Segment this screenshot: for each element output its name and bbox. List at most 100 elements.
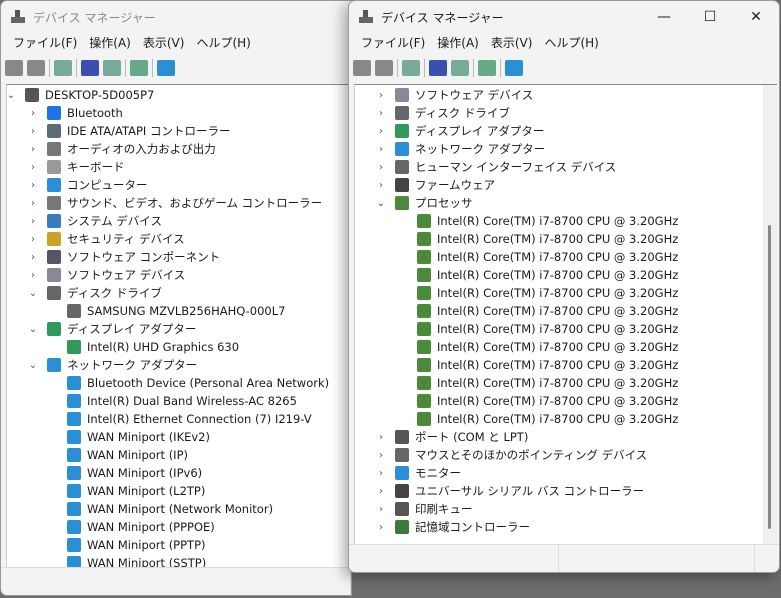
tree-item[interactable]: › コンピューター xyxy=(31,176,148,194)
maximize-button[interactable]: ☐ xyxy=(687,1,733,33)
tree-item[interactable]: › サウンド、ビデオ、およびゲーム コントローラー xyxy=(31,194,322,212)
tree-item[interactable]: › マウスとそのほかのポインティング デバイス xyxy=(379,446,647,464)
tree-item[interactable]: Intel(R) UHD Graphics 630 xyxy=(67,338,239,356)
chevron-right-icon[interactable]: › xyxy=(27,108,39,119)
chevron-right-icon[interactable]: › xyxy=(375,180,387,191)
tree-item[interactable]: WAN Miniport (Network Monitor) xyxy=(67,500,273,518)
chevron-right-icon[interactable]: › xyxy=(375,504,387,515)
device-tree[interactable]: ⌄ DESKTOP-5D005P7 › Bluetooth › IDE ATA/ATAPI… xyxy=(6,84,351,567)
chevron-right-icon[interactable]: › xyxy=(27,270,39,281)
chevron-right-icon[interactable]: › xyxy=(375,486,387,497)
chevron-right-icon[interactable]: › xyxy=(27,252,39,263)
tree-item[interactable]: WAN Miniport (PPPOE) xyxy=(67,518,215,536)
tree-item[interactable]: Intel(R) Core(TM) i7-8700 CPU @ 3.20GHz xyxy=(417,230,678,248)
tree-item[interactable]: › ソフトウェア デバイス xyxy=(379,86,533,104)
tree-item[interactable]: › ソフトウェア コンポーネント xyxy=(31,248,220,266)
tree-item[interactable]: Intel(R) Core(TM) i7-8700 CPU @ 3.20GHz xyxy=(417,392,678,410)
chevron-right-icon[interactable]: › xyxy=(375,468,387,479)
chevron-right-icon[interactable]: › xyxy=(375,126,387,137)
back-icon[interactable] xyxy=(353,60,371,76)
help-icon[interactable] xyxy=(429,60,447,76)
tree-item[interactable]: ⌄ ネットワーク アダプター xyxy=(29,356,197,374)
back-icon[interactable] xyxy=(5,60,23,76)
tree-item[interactable]: ⌄ プロセッサ xyxy=(377,194,473,212)
chevron-down-icon[interactable]: ⌄ xyxy=(7,90,17,101)
chevron-right-icon[interactable]: › xyxy=(27,126,39,137)
chevron-right-icon[interactable]: › xyxy=(375,90,387,101)
tree-item[interactable]: Intel(R) Core(TM) i7-8700 CPU @ 3.20GHz xyxy=(417,320,678,338)
tree-item[interactable]: Bluetooth Device (Personal Area Network) xyxy=(67,374,329,392)
tree-item[interactable]: › 印刷キュー xyxy=(379,500,473,518)
tree-item[interactable]: Intel(R) Core(TM) i7-8700 CPU @ 3.20GHz xyxy=(417,356,678,374)
chevron-right-icon[interactable]: › xyxy=(375,450,387,461)
update-driver-icon[interactable] xyxy=(478,60,496,76)
chevron-right-icon[interactable]: › xyxy=(375,162,387,173)
chevron-right-icon[interactable]: › xyxy=(27,162,39,173)
tree-item[interactable]: Intel(R) Core(TM) i7-8700 CPU @ 3.20GHz xyxy=(417,338,678,356)
tree-item[interactable]: Intel(R) Core(TM) i7-8700 CPU @ 3.20GHz xyxy=(417,248,678,266)
chevron-right-icon[interactable]: › xyxy=(27,180,39,191)
tree-item[interactable]: ⌄ ディスプレイ アダプター xyxy=(29,320,196,338)
tree-item[interactable]: › IDE ATA/ATAPI コントローラー xyxy=(31,122,230,140)
show-hide-console-tree-icon[interactable] xyxy=(54,60,72,76)
tree-item[interactable]: WAN Miniport (IKEv2) xyxy=(67,428,210,446)
tree-item[interactable]: Intel(R) Ethernet Connection (7) I219-V xyxy=(67,410,312,428)
chevron-right-icon[interactable]: › xyxy=(375,108,387,119)
update-driver-icon[interactable] xyxy=(130,60,148,76)
chevron-right-icon[interactable]: › xyxy=(375,522,387,533)
tree-item[interactable]: › ディスプレイ アダプター xyxy=(379,122,544,140)
vertical-scrollbar[interactable] xyxy=(763,85,777,544)
tree-item[interactable]: WAN Miniport (SSTP) xyxy=(67,554,206,567)
menu-help[interactable]: ヘルプ(H) xyxy=(538,33,604,53)
tree-item[interactable]: › キーボード xyxy=(31,158,125,176)
menu-view[interactable]: 表示(V) xyxy=(137,33,191,53)
tree-item[interactable]: Intel(R) Core(TM) i7-8700 CPU @ 3.20GHz xyxy=(417,302,678,320)
tree-item[interactable]: › オーディオの入力および出力 xyxy=(31,140,216,158)
action-pane-icon[interactable] xyxy=(451,60,469,76)
tree-item[interactable]: WAN Miniport (L2TP) xyxy=(67,482,205,500)
tree-item[interactable]: › ネットワーク アダプター xyxy=(379,140,545,158)
chevron-right-icon[interactable]: › xyxy=(375,432,387,443)
minimize-button[interactable]: — xyxy=(641,1,687,33)
chevron-right-icon[interactable]: › xyxy=(27,216,39,227)
chevron-down-icon[interactable]: ⌄ xyxy=(375,198,387,209)
scan-hardware-icon[interactable] xyxy=(157,60,175,76)
tree-item[interactable]: Intel(R) Core(TM) i7-8700 CPU @ 3.20GHz xyxy=(417,266,678,284)
help-icon[interactable] xyxy=(81,60,99,76)
tree-item[interactable]: Intel(R) Dual Band Wireless-AC 8265 xyxy=(67,392,297,410)
forward-icon[interactable] xyxy=(375,60,393,76)
tree-item[interactable]: ⌄ DESKTOP-5D005P7 xyxy=(7,86,154,104)
scrollbar-thumb[interactable] xyxy=(768,225,771,529)
chevron-right-icon[interactable]: › xyxy=(27,198,39,209)
scan-hardware-icon[interactable] xyxy=(505,60,523,76)
device-tree[interactable]: › ソフトウェア デバイス › ディスク ドライブ › ディスプレイ アダプター › ネットワ… xyxy=(354,84,777,544)
tree-item[interactable]: › セキュリティ デバイス xyxy=(31,230,185,248)
menu-action[interactable]: 操作(A) xyxy=(431,33,485,53)
chevron-right-icon[interactable]: › xyxy=(27,234,39,245)
tree-item[interactable]: › ユニバーサル シリアル バス コントローラー xyxy=(379,482,644,500)
tree-item[interactable]: SAMSUNG MZVLB256HAHQ-000L7 xyxy=(67,302,285,320)
tree-item[interactable]: ⌄ ディスク ドライブ xyxy=(29,284,162,302)
tree-item[interactable]: Intel(R) Core(TM) i7-8700 CPU @ 3.20GHz xyxy=(417,284,678,302)
close-button[interactable]: ✕ xyxy=(733,1,779,33)
tree-item[interactable]: WAN Miniport (PPTP) xyxy=(67,536,206,554)
menu-action[interactable]: 操作(A) xyxy=(83,33,137,53)
action-pane-icon[interactable] xyxy=(103,60,121,76)
tree-item[interactable]: › ディスク ドライブ xyxy=(379,104,510,122)
tree-item[interactable]: WAN Miniport (IPv6) xyxy=(67,464,202,482)
forward-icon[interactable] xyxy=(27,60,45,76)
tree-item[interactable]: WAN Miniport (IP) xyxy=(67,446,188,464)
tree-item[interactable]: › システム デバイス xyxy=(31,212,162,230)
chevron-right-icon[interactable]: › xyxy=(27,144,39,155)
chevron-right-icon[interactable]: › xyxy=(375,144,387,155)
chevron-down-icon[interactable]: ⌄ xyxy=(27,360,39,371)
tree-item[interactable]: Intel(R) Core(TM) i7-8700 CPU @ 3.20GHz xyxy=(417,410,678,428)
tree-item[interactable]: › ソフトウェア デバイス xyxy=(31,266,185,284)
tree-item[interactable]: › ポート (COM と LPT) xyxy=(379,428,528,446)
tree-item[interactable]: Intel(R) Core(TM) i7-8700 CPU @ 3.20GHz xyxy=(417,374,678,392)
menu-file[interactable]: ファイル(F) xyxy=(355,33,431,53)
tree-item[interactable]: › Bluetooth xyxy=(31,104,123,122)
tree-item[interactable]: Intel(R) Core(TM) i7-8700 CPU @ 3.20GHz xyxy=(417,212,678,230)
tree-item[interactable]: › ファームウェア xyxy=(379,176,495,194)
chevron-down-icon[interactable]: ⌄ xyxy=(27,288,39,299)
